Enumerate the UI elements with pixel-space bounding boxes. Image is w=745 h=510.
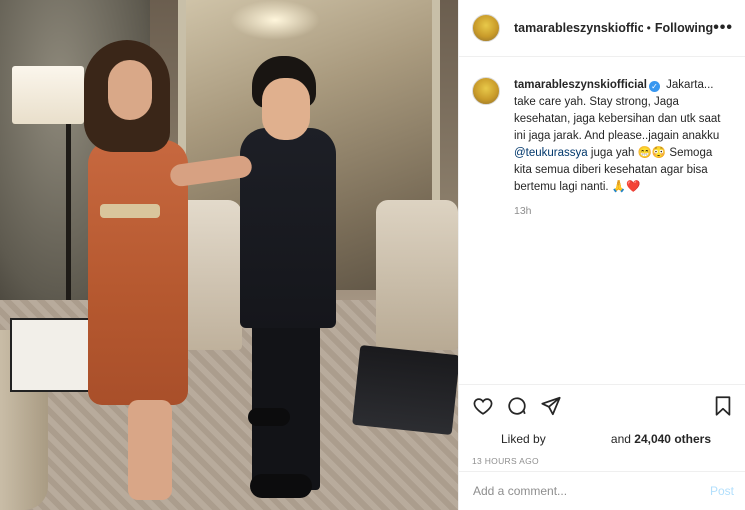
dress-belt [100, 204, 160, 218]
emoji-pray-heart: 🙏❤️ [611, 181, 641, 193]
post-photo[interactable] [0, 0, 458, 510]
shoe-right [250, 474, 312, 498]
man-trousers [252, 322, 320, 490]
comment-icon[interactable] [506, 395, 528, 417]
post-header: tamarableszynskiofficial • Following ••• [459, 0, 745, 57]
comment-input[interactable] [473, 484, 710, 498]
likes-count: 24,040 others [634, 432, 711, 446]
lamp-shade [12, 66, 84, 124]
man-face [262, 78, 310, 140]
likes-count-link[interactable]: and 24,040 others [611, 432, 711, 446]
action-icons [472, 393, 734, 419]
following-button[interactable]: Following [655, 21, 713, 35]
post-timestamp[interactable]: 13 HOURS AGO [472, 456, 734, 466]
mention-link[interactable]: @teukurassya [514, 147, 588, 159]
bookmark-icon[interactable] [712, 395, 734, 417]
separator-dot: • [646, 21, 651, 35]
lamp-pole [66, 124, 71, 314]
verified-badge-icon: ✓ [648, 81, 660, 92]
paper-plane-icon[interactable] [540, 395, 562, 417]
caption-block: tamarableszynskiofficial ✓ Jakarta... tak… [459, 57, 745, 220]
avatar[interactable] [472, 14, 500, 42]
shopping-bag [10, 318, 92, 392]
action-bar: Liked by and 24,040 others 13 HOURS AGO [459, 384, 745, 466]
header-username[interactable]: tamarableszynskiofficial [514, 21, 643, 35]
more-options-icon[interactable]: ••• [713, 20, 733, 36]
armchair-right [376, 200, 458, 350]
caption: tamarableszynskiofficial ✓ Jakarta... tak… [514, 77, 732, 220]
emoji-grin-flushed: 😁😳 [637, 147, 667, 159]
ceiling-light [230, 0, 320, 40]
add-comment-bar: Post [459, 471, 745, 510]
caption-time[interactable]: 13h [514, 203, 732, 220]
man-suit [240, 128, 336, 328]
caption-avatar[interactable] [472, 77, 500, 105]
post-sidebar: tamarableszynskiofficial • Following •••… [458, 0, 745, 510]
shoe-left [248, 408, 290, 426]
woman-face [108, 60, 152, 120]
post-comment-button[interactable]: Post [710, 484, 734, 498]
heart-icon[interactable] [472, 395, 494, 417]
caption-username[interactable]: tamarableszynskiofficial [514, 79, 647, 91]
likes-summary: Liked by and 24,040 others [472, 432, 734, 446]
caption-text-2: juga yah [587, 147, 638, 159]
woman-legs [128, 400, 172, 500]
likes-prefix: and [610, 432, 631, 446]
liked-by-label[interactable]: Liked by [501, 432, 546, 446]
shoe-boxes [352, 344, 458, 436]
